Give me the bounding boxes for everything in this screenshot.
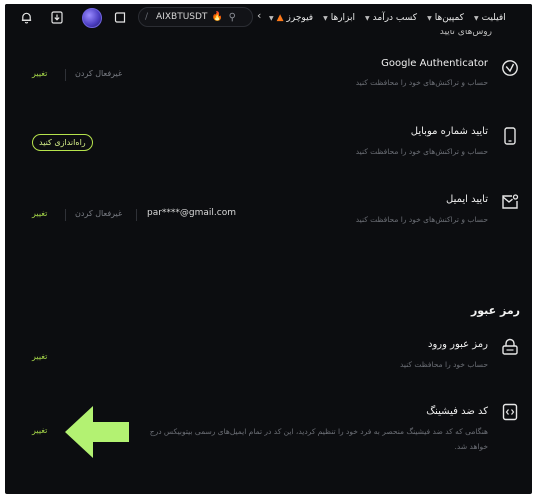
anti-phishing-desc: هنگامی که کد ضد فیشینگ منحصر به فرد خود … [149, 427, 488, 451]
email-icon [500, 192, 520, 212]
mobile-verification-desc: حساب و تراکنش‌های خود را محافظت کنید [355, 147, 488, 156]
menu-label: کمپین‌ها [434, 13, 464, 23]
google-authenticator-title: Google Authenticator [381, 58, 488, 69]
chevron-down-icon: ▼ [473, 14, 479, 22]
email-verification-title: تایید ایمیل [446, 194, 488, 205]
chevron-down-icon: ▼ [365, 14, 370, 22]
menu-item-affiliate[interactable]: افیلیت ▼ [474, 13, 506, 23]
verification-heading: روش‌های تایید [439, 30, 492, 36]
search-box[interactable]: / AIXBTUSDT 🔥 ⚲ [138, 7, 253, 27]
login-password-change-link[interactable]: تغییر [32, 352, 47, 361]
menu-item-futures[interactable]: فیوچرز ▲ ▼ [269, 13, 313, 23]
menu-item-tools[interactable]: ابزارها ▼ [323, 13, 355, 23]
login-password-desc: حساب خود را محافظت کنید [399, 360, 488, 369]
arrow-left-icon [65, 406, 129, 458]
top-nav: / AIXBTUSDT 🔥 ⚲ ‹ فیوچرز ▲ ▼ ابزارها ▼ ک… [5, 4, 532, 32]
menu-label: کسب درآمد [372, 13, 418, 23]
password-section-heading: رمز عبور [470, 304, 520, 317]
exit-icon[interactable] [112, 9, 128, 25]
search-ticker: AIXBTUSDT [156, 12, 208, 22]
email-disable-link[interactable]: غیرفعال کردن [75, 209, 122, 218]
chevron-left-icon[interactable]: ‹ [257, 9, 261, 22]
chevron-down-icon: ▼ [323, 14, 328, 22]
avatar[interactable] [82, 8, 102, 28]
mobile-verification-title: تایید شماره موبایل [410, 126, 488, 137]
code-icon [500, 402, 520, 422]
bell-icon[interactable] [18, 9, 34, 25]
login-password-title: رمز عبور ورود [428, 339, 488, 350]
google-disable-link[interactable]: غیرفعال کردن [75, 69, 122, 78]
chevron-down-icon: ▼ [269, 14, 274, 22]
mobile-setup-button[interactable]: راه‌اندازی کنید [32, 134, 93, 151]
email-change-link[interactable]: تغییر [32, 209, 47, 218]
divider [65, 209, 66, 221]
main-menu: فیوچرز ▲ ▼ ابزارها ▼ کسب درآمد ▼ کمپین‌ه… [269, 8, 532, 28]
download-icon[interactable] [49, 9, 65, 25]
email-verification-desc: حساب و تراکنش‌های خود را محافظت کنید [355, 215, 488, 224]
flame-icon: 🔥 [211, 12, 223, 22]
email-value: par****@gmail.com [147, 208, 237, 218]
app-window: / AIXBTUSDT 🔥 ⚲ ‹ فیوچرز ▲ ▼ ابزارها ▼ ک… [5, 4, 532, 494]
menu-label: ابزارها [330, 13, 356, 23]
menu-item-campaigns[interactable]: کمپین‌ها ▼ [427, 13, 464, 23]
google-authenticator-desc: حساب و تراکنش‌های خود را محافظت کنید [355, 78, 488, 87]
search-slash: / [145, 12, 149, 22]
divider [136, 209, 137, 221]
menu-item-earn[interactable]: کسب درآمد ▼ [365, 13, 417, 23]
menu-label: افیلیت [481, 13, 506, 23]
mobile-phone-icon [500, 126, 520, 146]
flame-icon: ▲ [276, 13, 284, 23]
divider [65, 69, 66, 81]
chevron-down-icon: ▼ [427, 14, 432, 22]
search-icon: ⚲ [228, 11, 236, 23]
lock-icon [500, 337, 520, 357]
anti-phishing-change-link[interactable]: تغییر [32, 426, 47, 435]
google-change-link[interactable]: تغییر [32, 69, 47, 78]
google-authenticator-icon [500, 58, 520, 78]
menu-label: فیوچرز [286, 13, 314, 23]
anti-phishing-title: کد ضد فیشینگ [426, 406, 488, 417]
